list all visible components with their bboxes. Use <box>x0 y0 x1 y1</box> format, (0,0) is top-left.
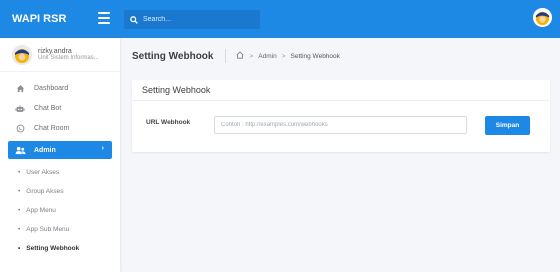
sidebar-item-dashboard[interactable]: Dashboard <box>0 78 120 98</box>
breadcrumb: > Admin > Setting Webhook <box>236 51 340 61</box>
bullet-icon: • <box>18 207 21 214</box>
url-webhook-label: URL Webhook <box>146 119 191 126</box>
top-navbar: WAPI RSR <box>0 0 560 38</box>
user-role: Unit Sistem Informas... <box>38 55 99 61</box>
robot-icon <box>14 102 26 114</box>
avatar-icon <box>533 8 552 27</box>
sidebar-item-label: Admin <box>34 146 56 154</box>
brand-name: WAPI RSR <box>12 13 67 25</box>
hamburger-menu-icon[interactable] <box>98 12 110 24</box>
home-icon[interactable] <box>236 51 244 61</box>
sidebar-menu: Dashboard Chat Bot Chat Room Admin › <box>0 78 120 159</box>
search-input[interactable] <box>143 16 253 23</box>
search-icon <box>130 15 138 24</box>
admin-submenu: • User Akses • Group Akses • App Menu • … <box>0 163 120 258</box>
home-icon <box>14 82 26 94</box>
breadcrumb-separator: > <box>281 52 286 60</box>
profile-avatar[interactable] <box>533 8 552 27</box>
sidebar-item-label: Dashboard <box>34 84 69 92</box>
submenu-item-label: App Sub Menu <box>26 226 70 233</box>
breadcrumb-admin[interactable]: Admin <box>258 53 276 60</box>
bullet-icon: • <box>18 188 21 195</box>
submenu-item-setting-webhook[interactable]: • Setting Webhook <box>0 239 120 258</box>
whatsapp-icon <box>14 122 26 134</box>
bullet-icon: • <box>18 226 21 233</box>
breadcrumb-current: Setting Webhook <box>290 52 340 60</box>
webhook-card: Setting Webhook URL Webhook Simpan <box>132 80 550 152</box>
bullet-icon: • <box>18 169 21 176</box>
page-header: Setting Webhook > Admin > Setting Webhoo… <box>120 38 560 74</box>
submenu-item-app-sub-menu[interactable]: • App Sub Menu <box>0 220 120 239</box>
sidebar-item-chat-bot[interactable]: Chat Bot <box>0 98 120 118</box>
url-webhook-input[interactable] <box>214 116 467 134</box>
sidebar: rizky.andra Unit Sistem Informas... Dash… <box>0 38 120 272</box>
page-title: Setting Webhook <box>132 50 214 62</box>
submenu-item-group-akses[interactable]: • Group Akses <box>0 182 120 201</box>
save-button[interactable]: Simpan <box>485 116 530 135</box>
card-title: Setting Webhook <box>132 80 550 101</box>
sidebar-item-label: Chat Bot <box>34 104 62 112</box>
submenu-item-label: User Akses <box>26 169 60 176</box>
users-icon <box>14 144 26 156</box>
sidebar-item-chat-room[interactable]: Chat Room <box>0 118 120 138</box>
webhook-form: URL Webhook Simpan <box>146 116 536 136</box>
user-avatar <box>12 44 32 65</box>
search-box[interactable] <box>124 10 260 29</box>
submenu-item-label: App Menu <box>26 207 56 214</box>
submenu-item-user-akses[interactable]: • User Akses <box>0 163 120 182</box>
user-name: rizky.andra <box>38 48 72 55</box>
sidebar-item-admin[interactable]: Admin › <box>8 141 112 159</box>
submenu-item-label: Setting Webhook <box>26 245 80 252</box>
sidebar-item-label: Chat Room <box>34 124 70 132</box>
submenu-item-label: Group Akses <box>26 188 64 195</box>
header-divider <box>225 49 227 63</box>
bullet-icon: • <box>18 245 21 252</box>
avatar-icon <box>12 44 32 65</box>
chevron-right-icon: › <box>101 145 104 152</box>
breadcrumb-separator: > <box>249 52 254 60</box>
submenu-item-app-menu[interactable]: • App Menu <box>0 201 120 220</box>
user-panel[interactable]: rizky.andra Unit Sistem Informas... <box>0 38 120 72</box>
